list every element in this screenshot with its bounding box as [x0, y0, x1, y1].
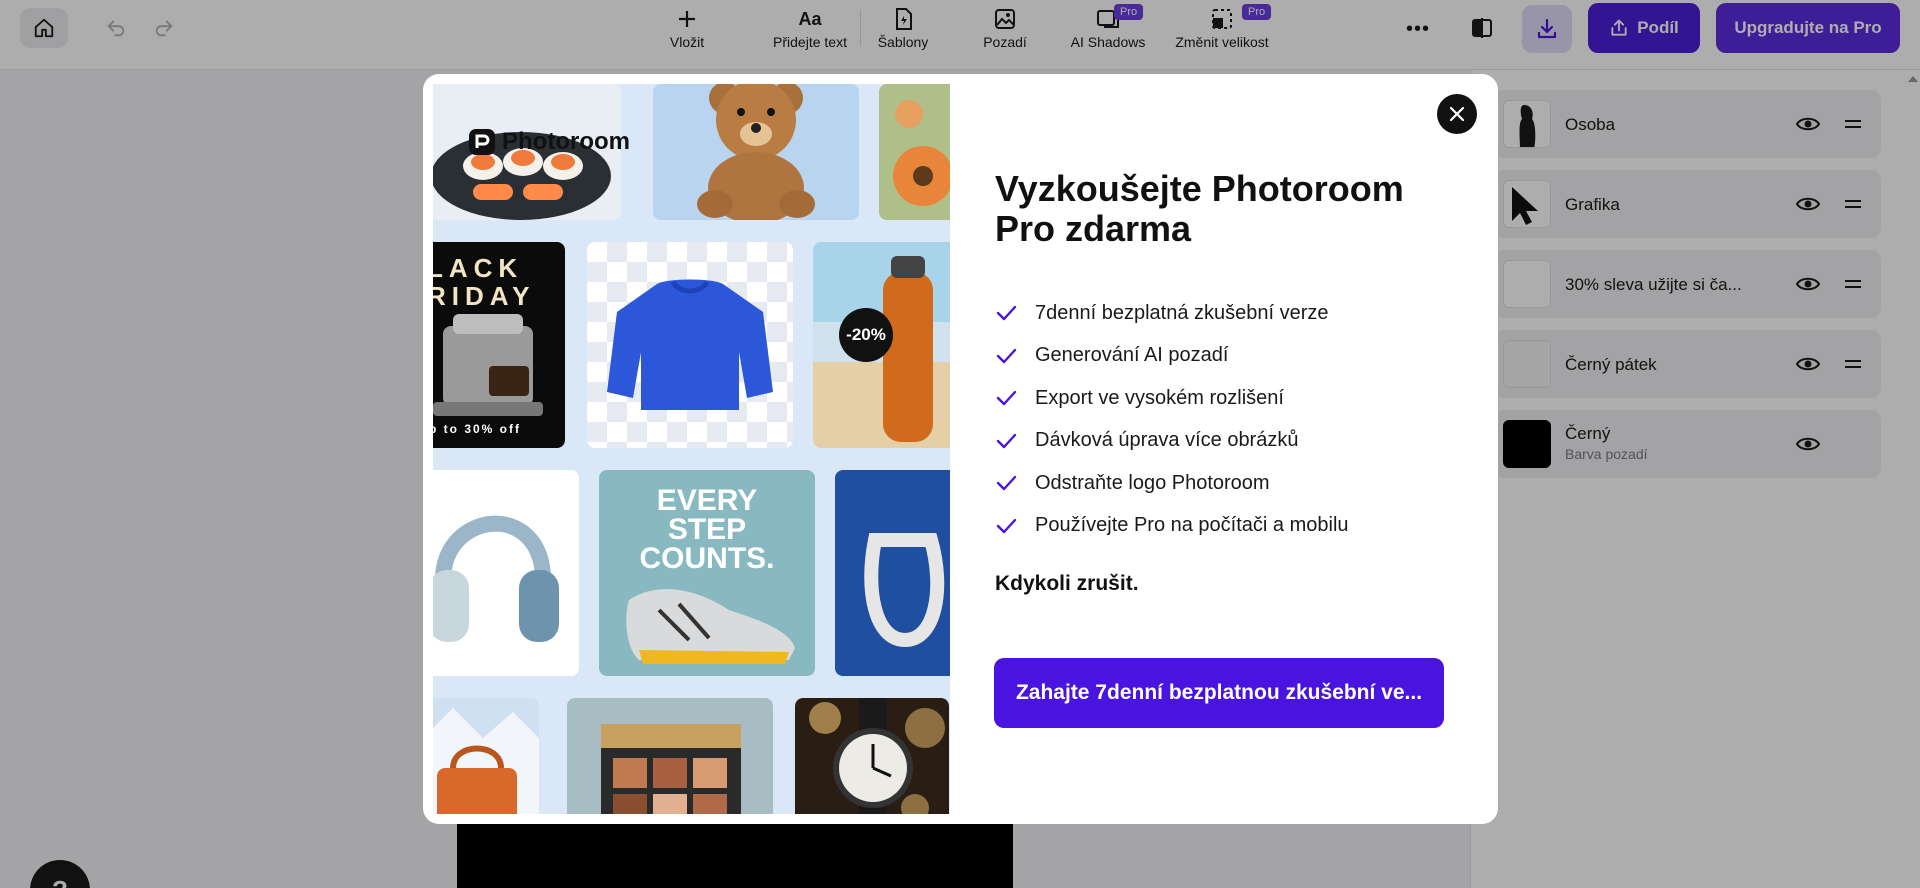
check-icon: [996, 306, 1017, 321]
black-friday-title: LACK RIDAY: [433, 254, 536, 310]
feature-item: 7denní bezplatná zkušební verze: [995, 292, 1349, 335]
cancel-anytime-note: Kdykoli zrušit.: [995, 572, 1139, 595]
black-friday-caption: p to 30% off: [433, 422, 521, 436]
eyeshadow-palette-image: [567, 698, 773, 814]
cta-label: Zahajte 7denní bezplatnou zkušební ve...: [1015, 681, 1423, 704]
feature-text: Používejte Pro na počítači a mobilu: [1035, 514, 1349, 537]
discount-badge-text: -20%: [846, 325, 886, 344]
check-icon: [996, 433, 1017, 448]
feature-text: 7denní bezplatná zkušební verze: [1035, 301, 1329, 324]
feature-collage: Photoroom LACK RIDAY p to 30% off -20% E…: [433, 84, 950, 814]
handbag-image: [433, 698, 539, 814]
photoroom-logo: Photoroom: [468, 128, 630, 156]
black-friday-line: LACK: [433, 253, 524, 283]
headphones-image: [433, 470, 579, 676]
slogan-line: STEP: [667, 513, 747, 546]
discount-badge: -20%: [839, 308, 893, 362]
logo-text: Photoroom: [502, 128, 630, 155]
feature-list: 7denní bezplatná zkušební verze Generová…: [995, 292, 1349, 547]
modal-title: Vyzkoušejte Photoroom Pro zdarma: [995, 169, 1455, 249]
photoroom-logo-icon: [469, 129, 495, 155]
black-friday-line: RIDAY: [433, 281, 536, 311]
feature-item: Dávková úprava více obrázků: [995, 420, 1349, 463]
feature-text: Dávková úprava více obrázků: [1035, 429, 1299, 452]
check-icon: [996, 348, 1017, 363]
slogan-line: EVERY: [656, 484, 758, 517]
sneaker-image: EVERY STEP COUNTS.: [599, 470, 815, 676]
modal-title-line: Vyzkoušejte Photoroom: [995, 168, 1404, 209]
feature-text: Export ve vysokém rozlišení: [1035, 386, 1284, 409]
flower-image: [879, 84, 950, 220]
black-friday-image: LACK RIDAY p to 30% off: [433, 242, 565, 448]
feature-item: Export ve vysokém rozlišení: [995, 377, 1349, 420]
teddy-bear-image: [653, 84, 859, 220]
close-button[interactable]: [1437, 94, 1477, 134]
pro-upgrade-modal: Photoroom LACK RIDAY p to 30% off -20% E…: [423, 74, 1498, 824]
check-icon: [996, 476, 1017, 491]
start-free-trial-button[interactable]: Zahajte 7denní bezplatnou zkušební ve...: [994, 658, 1444, 728]
feature-text: Odstraňte logo Photoroom: [1035, 471, 1270, 494]
feature-item: Generování AI pozadí: [995, 335, 1349, 378]
modal-title-line: Pro zdarma: [995, 208, 1192, 249]
check-icon: [996, 391, 1017, 406]
check-icon: [996, 518, 1017, 533]
feature-item: Odstraňte logo Photoroom: [995, 462, 1349, 505]
feature-item: Používejte Pro na počítači a mobilu: [995, 505, 1349, 548]
close-icon: [1449, 106, 1465, 122]
sweatshirt-image: [587, 242, 793, 448]
watch-image: [795, 698, 949, 814]
earring-image: [835, 470, 950, 676]
water-bottle-image: -20%: [813, 242, 950, 448]
feature-text: Generování AI pozadí: [1035, 344, 1229, 367]
